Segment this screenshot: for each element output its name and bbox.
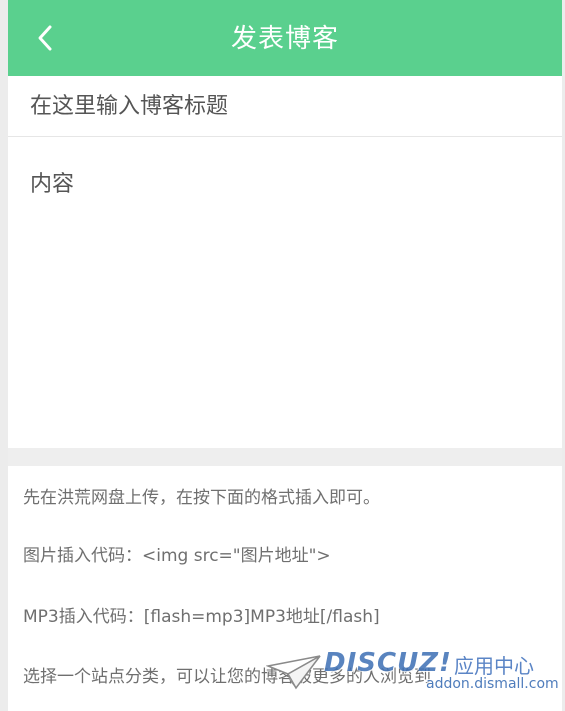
tip-mp3-code: MP3插入代码：[flash=mp3]MP3地址[/flash] (23, 607, 380, 627)
page-frame: 发表博客 先在洪荒网盘上传，在按下面的格式插入即可。 图片插入代码：<img s… (8, 0, 562, 711)
tip-image-code: 图片插入代码：<img src="图片地址"> (23, 546, 331, 566)
blog-content-textarea[interactable] (8, 138, 562, 448)
section-divider (8, 448, 562, 466)
app-header: 发表博客 (8, 0, 562, 76)
tip-category: 选择一个站点分类，可以让您的博客被更多的人浏览到 (23, 667, 431, 687)
page-title: 发表博客 (230, 24, 339, 54)
blog-title-input[interactable] (8, 76, 562, 137)
tip-upload: 先在洪荒网盘上传，在按下面的格式插入即可。 (23, 488, 380, 508)
